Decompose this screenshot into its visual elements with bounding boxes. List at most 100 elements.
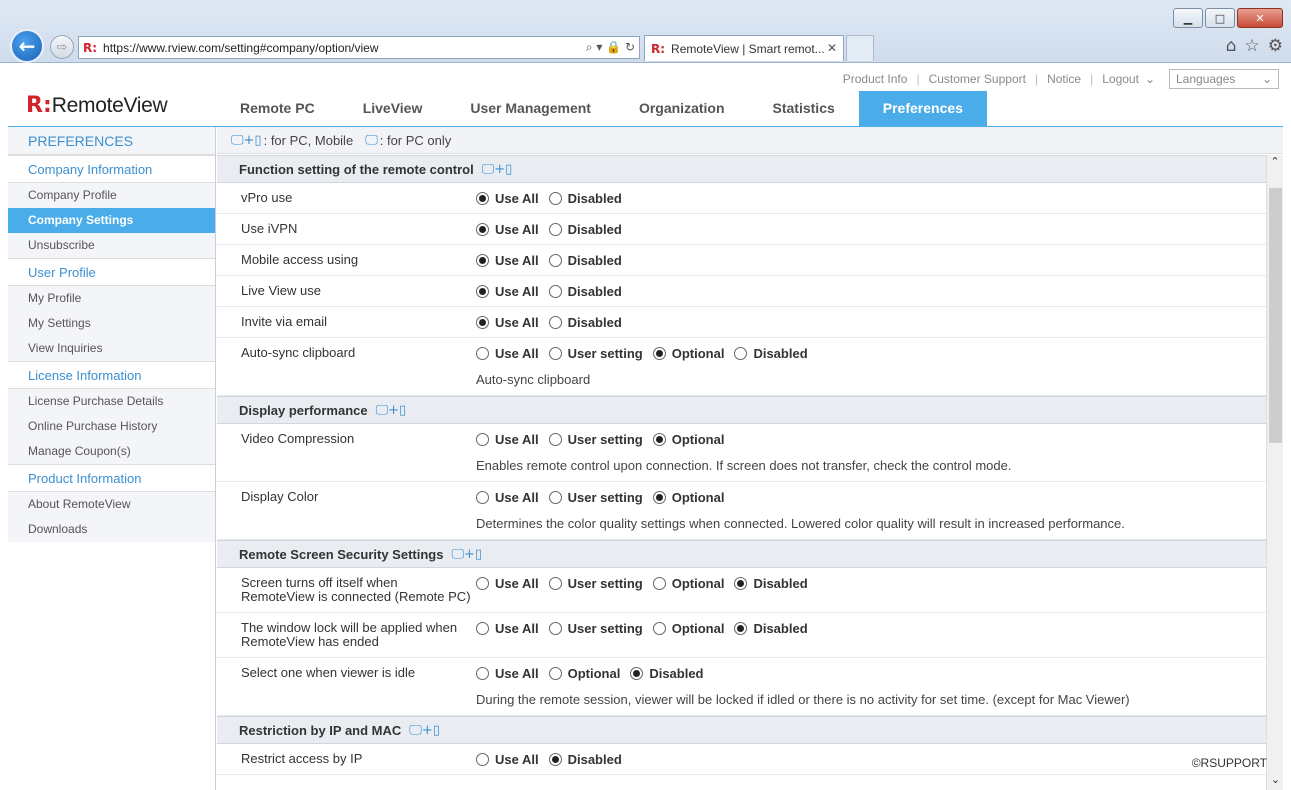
sidebar-item-downloads[interactable]: Downloads [8,517,215,542]
remoteview-logo[interactable]: R: RemoteView [26,93,168,118]
radio-button[interactable] [548,433,562,446]
home-icon[interactable]: ⌂ [1226,36,1237,56]
radio-option-disabled[interactable]: Disabled [548,752,622,767]
close-button[interactable]: ✕ [1237,8,1283,28]
nav-preferences[interactable]: Preferences [858,91,987,126]
radio-button[interactable] [476,622,489,635]
radio-option-use-all[interactable]: Use All [476,490,539,505]
sidebar-group-product-information[interactable]: Product Information [8,464,215,492]
sidebar-group-company-information[interactable]: Company Information [8,155,215,183]
radio-button[interactable] [476,491,489,504]
tab-close-icon[interactable]: ✕ [827,41,837,55]
sidebar-item-about-remoteview[interactable]: About RemoteView [8,492,215,517]
radio-button[interactable] [548,285,562,298]
radio-button[interactable] [652,622,666,635]
nav-statistics[interactable]: Statistics [749,91,859,126]
scroll-up-icon[interactable]: ⌃ [1267,155,1283,172]
radio-button[interactable] [548,223,562,236]
radio-option-use-all[interactable]: Use All [476,222,539,237]
radio-option-use-all[interactable]: Use All [476,253,539,268]
radio-option-user-setting[interactable]: User setting [548,576,643,591]
radio-button[interactable] [548,753,562,766]
radio-button[interactable] [476,433,489,446]
languages-select[interactable]: Languages ⌄ [1169,69,1279,89]
sidebar-item-company-settings[interactable]: Company Settings [8,208,215,233]
radio-button[interactable] [476,223,489,236]
radio-button[interactable] [548,622,562,635]
sidebar-item-manage-coupons[interactable]: Manage Coupon(s) [8,439,215,464]
radio-button[interactable] [476,316,489,329]
sidebar-item-my-settings[interactable]: My Settings [8,311,215,336]
scrollbar-thumb[interactable] [1269,188,1282,443]
scroll-down-icon[interactable]: ⌄ [1267,773,1284,790]
radio-button[interactable] [476,285,489,298]
nav-user-management[interactable]: User Management [446,91,615,126]
radio-button[interactable] [734,347,748,360]
radio-option-disabled[interactable]: Disabled [548,191,622,206]
radio-option-user-setting[interactable]: User setting [548,432,643,447]
minimize-button[interactable]: ▁ [1173,8,1203,28]
radio-option-optional[interactable]: Optional [652,346,724,361]
logout-link[interactable]: Logout [1102,72,1139,86]
nav-liveview[interactable]: LiveView [339,91,447,126]
url-text[interactable]: https://www.rview.com/setting#company/op… [103,41,378,55]
radio-button[interactable] [652,577,666,590]
radio-button[interactable] [548,491,562,504]
maximize-button[interactable]: □ [1205,8,1235,28]
radio-button[interactable] [548,316,562,329]
radio-option-disabled[interactable]: Disabled [734,346,808,361]
browser-tab[interactable]: R: RemoteView | Smart remot... ✕ [644,35,844,61]
radio-button[interactable] [630,667,644,680]
address-bar-icons[interactable]: ⌕ ▾ 🔒 ↻ [586,40,635,55]
sidebar-item-view-inquiries[interactable]: View Inquiries [8,336,215,361]
back-button[interactable]: ← [10,29,44,63]
radio-option-use-all[interactable]: Use All [476,621,539,636]
radio-option-disabled[interactable]: Disabled [548,284,622,299]
sidebar-item-my-profile[interactable]: My Profile [8,286,215,311]
radio-option-optional[interactable]: Optional [652,432,724,447]
radio-option-use-all[interactable]: Use All [476,752,539,767]
forward-button[interactable]: ⇨ [50,35,74,59]
sidebar-group-license-information[interactable]: License Information [8,361,215,389]
tools-gear-icon[interactable]: ⚙ [1268,36,1283,56]
nav-organization[interactable]: Organization [615,91,749,126]
radio-option-user-setting[interactable]: User setting [548,490,643,505]
radio-button[interactable] [548,577,562,590]
radio-option-use-all[interactable]: Use All [476,432,539,447]
sidebar-item-online-purchase-history[interactable]: Online Purchase History [8,414,215,439]
radio-option-user-setting[interactable]: User setting [548,621,643,636]
sidebar-item-license-purchase-details[interactable]: License Purchase Details [8,389,215,414]
radio-button[interactable] [476,254,489,267]
sidebar-group-user-profile[interactable]: User Profile [8,258,215,286]
address-bar[interactable]: R: https://www.rview.com/setting#company… [78,36,640,59]
radio-button[interactable] [476,667,489,680]
radio-button[interactable] [476,577,489,590]
notice-link[interactable]: Notice [1047,72,1081,86]
radio-button[interactable] [548,254,562,267]
radio-button[interactable] [652,347,666,360]
product-info-link[interactable]: Product Info [843,72,908,86]
sidebar-item-company-profile[interactable]: Company Profile [8,183,215,208]
radio-option-disabled[interactable]: Disabled [548,315,622,330]
radio-option-use-all[interactable]: Use All [476,284,539,299]
radio-button[interactable] [476,753,489,766]
radio-button[interactable] [548,192,562,205]
favorites-star-icon[interactable]: ☆ [1245,36,1260,56]
customer-support-link[interactable]: Customer Support [929,72,1026,86]
radio-button[interactable] [476,347,489,360]
radio-option-optional[interactable]: Optional [652,621,724,636]
radio-option-use-all[interactable]: Use All [476,315,539,330]
radio-option-disabled[interactable]: Disabled [548,253,622,268]
radio-button[interactable] [652,491,666,504]
vertical-scrollbar[interactable]: ⌃ ⌄ [1266,155,1283,790]
radio-button[interactable] [476,192,489,205]
nav-remote-pc[interactable]: Remote PC [216,91,339,126]
radio-option-use-all[interactable]: Use All [476,191,539,206]
radio-button[interactable] [734,577,748,590]
radio-button[interactable] [734,622,748,635]
radio-option-optional[interactable]: Optional [548,666,620,681]
radio-option-optional[interactable]: Optional [652,576,724,591]
radio-option-optional[interactable]: Optional [652,490,724,505]
radio-option-disabled[interactable]: Disabled [734,621,808,636]
radio-option-use-all[interactable]: Use All [476,576,539,591]
